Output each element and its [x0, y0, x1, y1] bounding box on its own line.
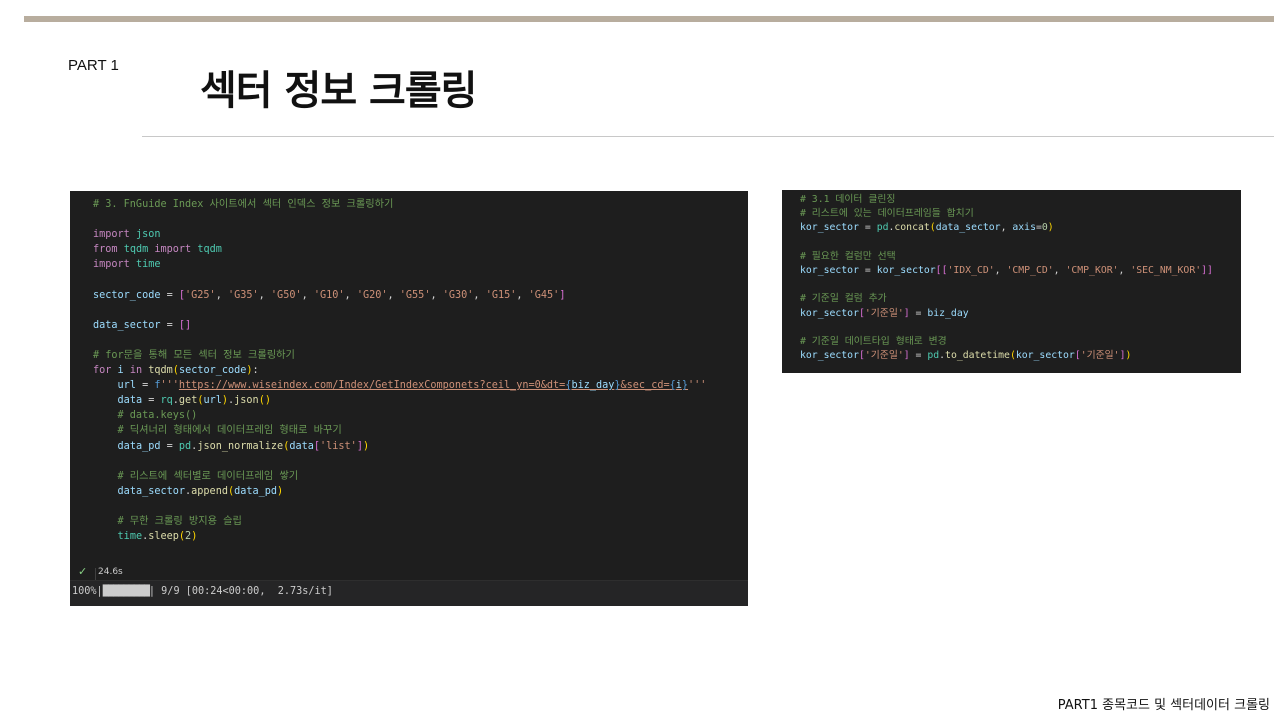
progress-count: 9/9	[161, 586, 180, 597]
code-line: # 딕셔너리 형태에서 데이터프레임 형태로 바꾸기	[93, 425, 342, 437]
code-cell-data-cleansing[interactable]: # 3.1 데이터 클린징 # 리스트에 있는 데이터프레임들 합치기 kor_…	[782, 190, 1241, 373]
code-line: time.sleep(2)	[117, 531, 198, 543]
tqdm-progress: 100%|█████████| 9/9 [00:24<00:00, 2.73s/…	[72, 586, 333, 597]
execution-time: 24.6s	[98, 567, 123, 577]
check-icon: ✓	[78, 565, 88, 578]
cell-output: 100%|█████████| 9/9 [00:24<00:00, 2.73s/…	[70, 580, 748, 606]
code-line: # data.keys()	[93, 410, 198, 422]
slide-title: 섹터 정보 크롤링	[200, 68, 477, 114]
progress-timing: [00:24<00:00, 2.73s/it]	[185, 586, 333, 597]
code-line: # 무한 크롤링 방지용 슬립	[93, 515, 242, 527]
code-line: kor_sector['기준일'] = biz_day	[800, 307, 969, 319]
progress-percent: 100%	[72, 586, 97, 597]
code-line: url = f'''https://www.wiseindex.com/Inde…	[117, 380, 707, 392]
code-line: data = rq.get(url).json()	[117, 395, 271, 407]
code-line: for i in tqdm(sector_code):	[93, 365, 259, 377]
code-line: # 기준일 컬럼 추가	[800, 293, 887, 305]
code-line: # 3. FnGuide Index 사이트에서 섹터 인덱스 정보 크롤링하기	[93, 199, 394, 210]
code-line: sector_code = ['G25', 'G35', 'G50', 'G10…	[93, 289, 566, 301]
code-line: # 리스트에 섹터별로 데이터프레임 쌓기	[93, 470, 299, 482]
cell-status: ✓ 24.6s	[70, 563, 748, 581]
code-line: import json	[93, 229, 161, 241]
code-line: kor_sector = pd.concat(data_sector, axis…	[800, 222, 1054, 234]
code-line: # for문을 통해 모든 섹터 정보 크롤링하기	[93, 349, 295, 361]
code-block: # 3.1 데이터 클린징 # 리스트에 있는 데이터프레임들 합치기 kor_…	[800, 193, 1213, 363]
code-line: # 3.1 데이터 클린징	[800, 194, 896, 205]
code-line: # 필요한 컬럼만 선택	[800, 250, 896, 262]
code-line: # 기준일 데이트타입 형태로 변경	[800, 336, 947, 348]
code-line: data_sector = []	[93, 319, 192, 331]
code-line: kor_sector['기준일'] = pd.to_datetime(kor_s…	[800, 350, 1132, 362]
code-line: kor_sector = kor_sector[['IDX_CD', 'CMP_…	[800, 265, 1213, 277]
part-label: PART 1	[68, 57, 119, 74]
code-cell-sector-crawl[interactable]: # 3. FnGuide Index 사이트에서 섹터 인덱스 정보 크롤링하기…	[70, 191, 748, 606]
slide-footer: PART1 종목코드 및 섹터데이터 크롤링	[1057, 698, 1270, 713]
code-line: from tqdm import tqdm	[93, 244, 222, 256]
title-divider	[142, 136, 1274, 137]
code-line: import time	[93, 259, 161, 271]
progress-bar: █████████	[102, 586, 150, 597]
code-block: # 3. FnGuide Index 사이트에서 섹터 인덱스 정보 크롤링하기…	[93, 197, 706, 544]
code-line: # 리스트에 있는 데이터프레임들 합치기	[800, 208, 974, 220]
top-accent-bar	[24, 16, 1274, 22]
code-line: data_pd = pd.json_normalize(data['list']…	[117, 440, 370, 452]
code-line: data_sector.append(data_pd)	[117, 485, 284, 497]
